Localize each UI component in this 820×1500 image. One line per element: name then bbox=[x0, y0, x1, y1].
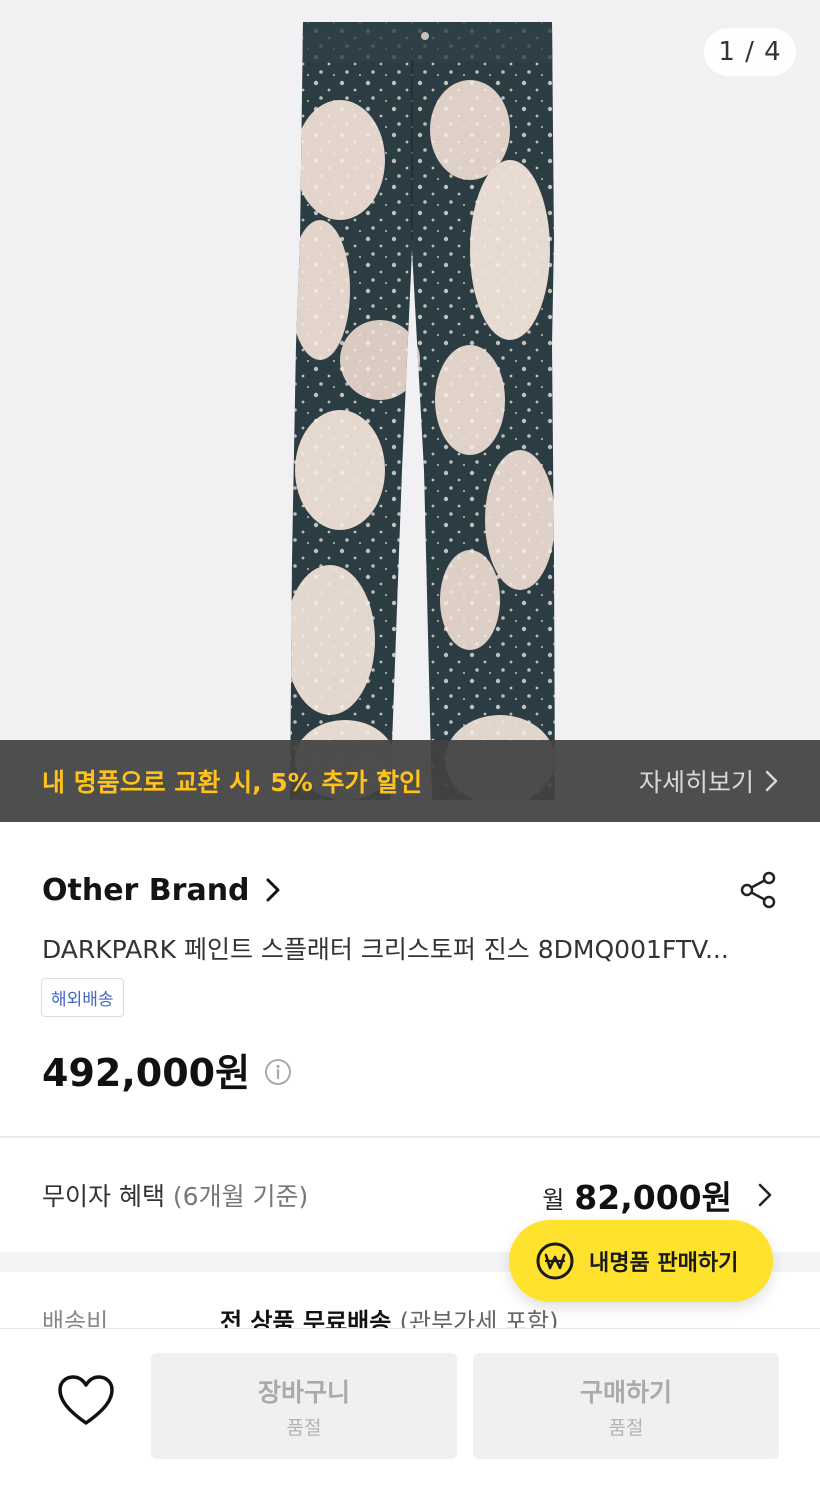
heart-icon[interactable] bbox=[56, 1373, 116, 1429]
shipping-value-text: 전 상품 무료배송 bbox=[220, 1308, 392, 1328]
product-price: 492,000원 bbox=[42, 1051, 251, 1095]
promo-more-label: 자세히보기 bbox=[638, 768, 754, 797]
installment-amount-group: 월 82,000원 bbox=[542, 1171, 774, 1219]
shipping-value: 전 상품 무료배송 (관부가세 포함) bbox=[220, 1302, 558, 1328]
buy-button-label: 구매하기 bbox=[579, 1377, 672, 1407]
brand-link[interactable]: Other Brand bbox=[42, 873, 282, 908]
installment-prefix: 월 bbox=[542, 1185, 565, 1214]
overseas-shipping-badge: 해외배송 bbox=[41, 978, 124, 1017]
chevron-right-icon bbox=[266, 878, 280, 902]
promo-text: 내 명품으로 교환 시, 5% 추가 할인 bbox=[42, 768, 423, 797]
bottom-action-bar: 장바구니 품절 구매하기 품절 bbox=[0, 1328, 820, 1500]
promo-more-link[interactable]: 자세히보기 bbox=[639, 763, 780, 799]
price-row: 492,000원 bbox=[42, 1042, 292, 1097]
cart-button-label: 장바구니 bbox=[257, 1377, 350, 1407]
brand-name: Other Brand bbox=[42, 872, 250, 908]
sell-my-luxury-button[interactable]: 내명품 판매하기 bbox=[509, 1220, 773, 1302]
brand-row: Other Brand bbox=[42, 870, 778, 910]
shipping-label: 배송비 bbox=[42, 1308, 109, 1328]
installment-sub: (6개월 기준) bbox=[172, 1182, 309, 1211]
chevron-right-icon bbox=[765, 770, 778, 792]
trade-in-promo-banner[interactable]: 내 명품으로 교환 시, 5% 추가 할인 자세히보기 bbox=[0, 740, 820, 822]
cart-sold-out-label: 품절 bbox=[286, 1416, 322, 1439]
buy-sold-out-label: 품절 bbox=[608, 1416, 644, 1439]
installment-title: 무이자 혜택 bbox=[42, 1182, 165, 1211]
installment-amount: 82,000원 bbox=[574, 1178, 732, 1217]
installment-label: 무이자 혜택 (6개월 기준) bbox=[42, 1177, 308, 1213]
share-icon[interactable] bbox=[738, 870, 778, 910]
info-icon[interactable] bbox=[264, 1058, 292, 1086]
chevron-right-icon bbox=[758, 1183, 772, 1207]
product-image-gallery[interactable]: 1 / 4 내 명품으로 교환 시, 5% 추가 할인 자세히보기 bbox=[0, 0, 820, 822]
product-image bbox=[290, 22, 555, 800]
won-coin-icon bbox=[536, 1242, 574, 1280]
image-counter: 1 / 4 bbox=[704, 28, 796, 76]
sell-button-label: 내명품 판매하기 bbox=[589, 1251, 739, 1276]
buy-now-button[interactable]: 구매하기 품절 bbox=[473, 1353, 779, 1459]
product-name: DARKPARK 페인트 스플래터 크리스토퍼 진스 8DMQ001FTV... bbox=[42, 935, 729, 964]
shipping-sub: (관부가세 포함) bbox=[399, 1308, 559, 1328]
add-to-cart-button[interactable]: 장바구니 품절 bbox=[151, 1353, 457, 1459]
